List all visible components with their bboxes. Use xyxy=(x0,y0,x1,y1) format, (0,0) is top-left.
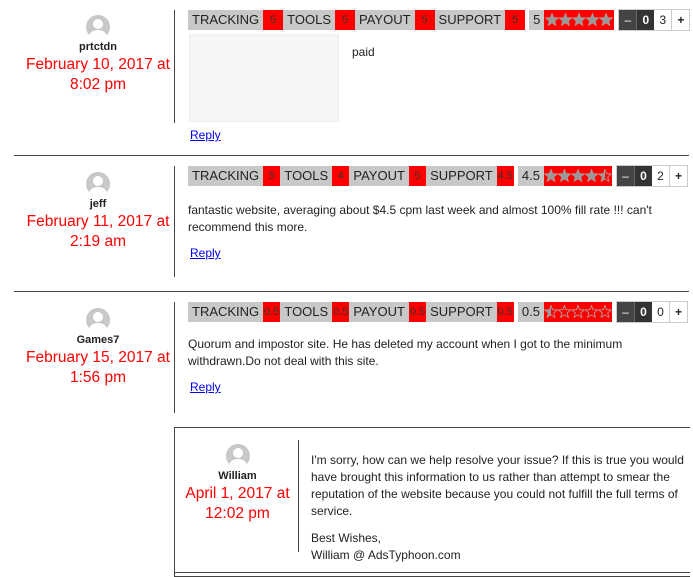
divider xyxy=(298,440,299,552)
rating-label: TOOLS xyxy=(283,10,336,30)
star-fill xyxy=(586,13,600,26)
vote-count: 2 xyxy=(651,166,669,186)
comment-date[interactable]: February 10, 2017 at 8:02 pm xyxy=(14,55,182,95)
rating-value: 5 xyxy=(263,166,281,186)
star-icon xyxy=(597,305,612,319)
reply-signoff: Best Wishes, xyxy=(311,531,382,545)
avatar-icon xyxy=(86,15,110,39)
star-fill xyxy=(544,169,558,182)
rating-label: SUPPORT xyxy=(426,302,497,322)
star-fill xyxy=(573,13,586,26)
rating-label: SUPPORT xyxy=(426,166,497,186)
reply-link[interactable]: Reply xyxy=(190,246,221,260)
vote-widget: –0 2 + xyxy=(615,165,688,187)
divider xyxy=(174,302,175,413)
star-fill xyxy=(559,13,573,26)
author-name: jeff xyxy=(89,198,107,210)
ratings-bar: TRACKING 5 TOOLS 4 PAYOUT 5 SUPPORT 4.5 4.5–0 2 + xyxy=(188,165,688,187)
comment-text: fantastic website, averaging about $4.5 … xyxy=(188,203,652,234)
vote-count: 3 xyxy=(654,10,672,30)
comment-separator xyxy=(14,291,689,292)
rating-label: TOOLS xyxy=(280,302,333,322)
reply-link[interactable]: Reply xyxy=(190,380,221,394)
comment-separator xyxy=(14,155,689,156)
rating-value: 0.5 xyxy=(263,302,281,322)
rating-label: PAYOUT xyxy=(349,166,409,186)
avatar-icon xyxy=(225,444,250,468)
comment-date[interactable]: February 11, 2017 at 2:19 am xyxy=(14,212,182,252)
comment-author-block: jeff February 11, 2017 at 2:19 am xyxy=(14,172,182,252)
star-fill xyxy=(585,169,598,182)
divider xyxy=(174,166,175,277)
rating-value: 5 xyxy=(408,166,427,186)
upvote-button[interactable]: + xyxy=(668,302,687,322)
vote-score: 0 xyxy=(636,10,655,30)
upvote-button[interactable]: + xyxy=(668,166,687,186)
rating-value: 5 xyxy=(505,10,526,30)
star-rating xyxy=(544,10,615,30)
comment-text: Quorum and impostor site. He has deleted… xyxy=(188,337,623,368)
avatar-icon xyxy=(86,172,110,196)
comment-author-block: prtctdn February 10, 2017 at 8:02 pm xyxy=(14,15,182,95)
avatar-icon xyxy=(86,308,110,332)
comment-date[interactable]: April 1, 2017 at 12:02 pm xyxy=(175,484,300,524)
divider xyxy=(175,572,690,573)
comment-date[interactable]: February 15, 2017 at 1:56 pm xyxy=(14,348,182,388)
star-fill xyxy=(600,13,613,26)
rating-value: 4 xyxy=(332,166,350,186)
reply-signature: William @ AdsTyphoon.com xyxy=(311,548,461,562)
rating-value: 4.5 xyxy=(496,166,514,186)
reply-text: I'm sorry, how can we help resolve your … xyxy=(311,453,684,518)
rating-value: 5 xyxy=(335,10,356,30)
average-rating: 5 xyxy=(529,10,545,30)
rating-label: SUPPORT xyxy=(434,10,506,30)
child-reply: William April 1, 2017 at 12:02 pm I'm sor… xyxy=(174,427,690,577)
author-name: Games7 xyxy=(76,334,120,346)
star-icon xyxy=(557,305,572,319)
rating-value: 5 xyxy=(263,10,284,30)
comment: Games7 February 15, 2017 at 1:56 pm TRACK… xyxy=(14,301,689,427)
vote-count: 0 xyxy=(651,302,669,322)
rating-value: 0.5 xyxy=(408,302,427,322)
star-icon xyxy=(570,305,586,319)
author-name: William xyxy=(218,470,257,482)
star-fill xyxy=(558,169,571,182)
star-fill xyxy=(546,13,559,26)
comment-author-block: William April 1, 2017 at 12:02 pm xyxy=(175,444,300,524)
average-rating: 4.5 xyxy=(517,166,544,186)
comment: prtctdn February 10, 2017 at 8:02 pm TRAC… xyxy=(14,9,691,155)
rating-label: PAYOUT xyxy=(349,302,409,322)
upvote-button[interactable]: + xyxy=(671,10,690,30)
rating-label: TRACKING xyxy=(188,166,264,186)
star-icon xyxy=(584,305,599,319)
vote-score: 0 xyxy=(633,302,652,322)
divider xyxy=(174,10,175,123)
rating-label: TRACKING xyxy=(188,10,264,30)
reply-link[interactable]: Reply xyxy=(190,128,221,142)
star-fill xyxy=(571,169,585,182)
star-rating xyxy=(543,302,612,322)
ratings-bar: TRACKING 5 TOOLS 5 PAYOUT 5 SUPPORT 5 5–0 3 + xyxy=(188,9,691,31)
average-rating: 0.5 xyxy=(517,302,544,322)
vote-widget: –0 3 + xyxy=(618,9,691,31)
star-rating xyxy=(543,166,612,186)
rating-label: TOOLS xyxy=(280,166,333,186)
downvote-button[interactable]: – xyxy=(619,10,637,30)
ratings-bar: TRACKING 0.5 TOOLS 0.5 PAYOUT 0.5 SUPPORT 0.5 0.… xyxy=(188,301,688,323)
vote-score: 0 xyxy=(633,166,652,186)
rating-label: PAYOUT xyxy=(355,10,415,30)
rating-value: 0.5 xyxy=(332,302,350,322)
vote-widget: –0 0 + xyxy=(615,301,688,323)
rating-label: TRACKING xyxy=(188,302,264,322)
author-name: prtctdn xyxy=(79,41,117,53)
comment-text: paid xyxy=(352,45,375,59)
attached-screenshot[interactable] xyxy=(189,34,339,122)
comment: jeff February 11, 2017 at 2:19 am TRACKIN… xyxy=(14,165,689,291)
rating-value: 5 xyxy=(414,10,435,30)
downvote-button[interactable]: – xyxy=(616,166,634,186)
rating-value: 0.5 xyxy=(496,302,514,322)
downvote-button[interactable]: – xyxy=(616,302,634,322)
comment-author-block: Games7 February 15, 2017 at 1:56 pm xyxy=(14,308,182,388)
